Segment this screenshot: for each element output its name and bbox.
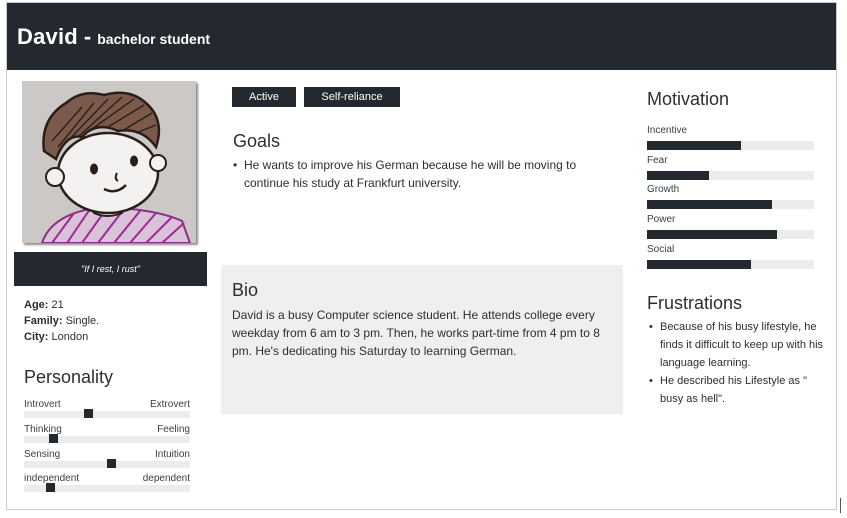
motivation-social: Social [647,244,814,272]
motivation-growth: Growth [647,184,814,212]
goals-title: Goals [233,131,281,151]
bio-text: David is a busy Computer science student… [232,308,600,358]
trait-marker [49,434,58,443]
persona-name: David [17,23,78,49]
motivation-track [647,230,814,239]
bio-title: Bio [232,280,259,300]
motivation-track [647,171,814,180]
trait-right-label: dependent [142,473,190,484]
motivation-power: Power [647,214,814,242]
motivation-bar [647,141,741,150]
motivation-track [647,200,814,209]
header-separator: - [83,23,92,49]
fact-value: London [51,331,89,343]
motivation-label: Incentive [647,125,688,136]
persona-facts: Age: 21 Family: Single. City: London [24,297,99,345]
trait-introvert-extrovert: Introvert Extrovert [24,399,190,419]
fact-city: City: London [24,329,99,345]
trait-left-label: Introvert [24,399,61,410]
motivation-incentive: Incentive [647,125,814,153]
tag-active: Active [232,87,296,107]
motivation-fear: Fear [647,155,814,183]
fact-value: 21 [51,299,64,311]
fact-label: City: [24,331,49,343]
fact-label: Family: [24,315,63,327]
persona-quote: "If I rest, I rust" [14,252,207,286]
trait-sensing-intuition: Sensing Intuition [24,449,190,469]
frustrations-title: Frustrations [647,293,743,313]
trait-marker [107,459,116,468]
trait-right-label: Feeling [157,424,190,435]
trait-left-label: Sensing [24,449,61,460]
fact-value: Single. [65,315,100,327]
motivation-label: Growth [647,184,680,195]
motivation-label: Fear [647,155,668,166]
trait-thinking-feeling: Thinking Feeling [24,424,190,444]
motivation-bar [647,171,709,180]
personality-title: Personality [24,367,114,387]
persona-header: David - bachelor student [7,3,836,70]
motivation-bar [647,230,778,239]
trait-right-label: Intuition [154,449,190,460]
motivation-label: Social [647,244,675,255]
list-item: Because of his busy lifestyle, he finds … [649,318,825,372]
motivation-bar [647,260,751,269]
trait-track [24,411,190,418]
bio-panel: Bio David is a busy Computer science stu… [221,265,623,414]
list-item: He wants to improve his German because h… [233,156,623,192]
motivation-bar [647,200,773,209]
avatar-drawing-icon [22,81,196,243]
motivation-track [647,141,814,150]
text-cursor [840,498,841,513]
goals-list: He wants to improve his German because h… [233,156,623,192]
fact-label: Age: [24,299,49,311]
persona-role: bachelor student [97,30,211,47]
avatar [22,81,196,243]
trait-independent-dependent: independent dependent [24,473,190,493]
trait-marker [84,409,93,418]
fact-family: Family: Single. [24,313,99,329]
frustrations-list: Because of his busy lifestyle, he finds … [649,318,825,408]
motivation-label: Power [647,214,676,225]
motivation-title: Motivation [647,89,730,109]
tag-self-reliance: Self-reliance [304,87,400,107]
fact-age: Age: 21 [24,297,99,313]
trait-marker [46,483,55,492]
list-item: He described his Lifestyle as " busy as … [649,372,825,408]
motivation-track [647,260,814,269]
persona-card: David - bachelor student "If I rest, I r… [6,2,837,510]
trait-right-label: Extrovert [149,399,190,410]
